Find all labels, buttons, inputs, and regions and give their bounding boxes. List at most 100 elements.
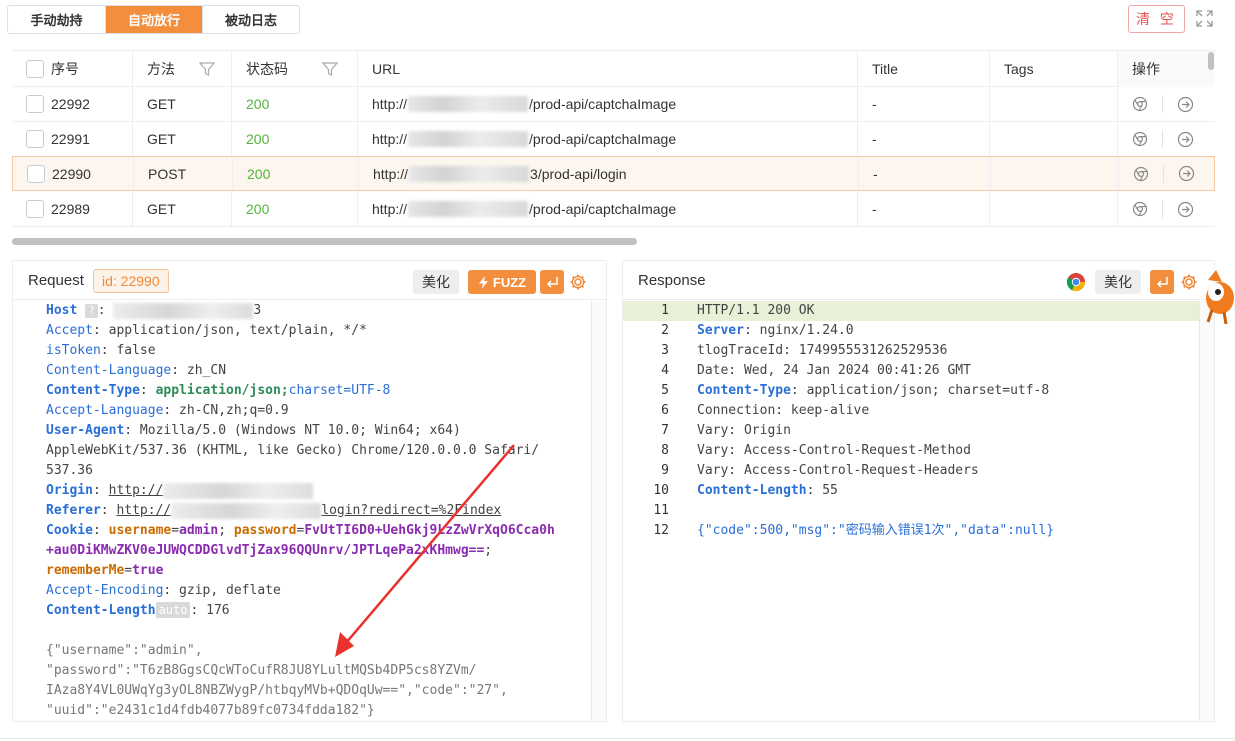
header-ops: 操作 <box>1118 51 1215 87</box>
header-key: Content-Length <box>697 483 807 498</box>
response-line: 2 Server: nginx/1.24.0 <box>623 321 1199 341</box>
table-vertical-scrollbar[interactable] <box>1208 52 1214 70</box>
response-line: 3 tlogTraceId: 1749955531262529536 <box>623 341 1199 361</box>
header-key: Accept <box>46 323 93 338</box>
response-line: 9 Vary: Access-Control-Request-Headers <box>623 461 1199 481</box>
lightning-icon <box>478 275 488 289</box>
row-seq: 22991 <box>51 131 90 147</box>
header-method-label: 方法 <box>147 61 175 77</box>
forward-icon[interactable] <box>1178 165 1195 182</box>
request-editor[interactable]: Host ?: 3 Accept: application/json, text… <box>13 301 606 721</box>
row-tags <box>991 157 1119 190</box>
line-number: 8 <box>661 443 669 458</box>
browser-open-icon[interactable] <box>1132 201 1148 217</box>
row-checkbox[interactable] <box>27 164 45 183</box>
table-horizontal-scrollbar[interactable] <box>12 238 637 245</box>
response-scrollbar[interactable] <box>1199 301 1214 721</box>
clear-button[interactable]: 清 空 <box>1128 5 1185 33</box>
browser-open-icon[interactable] <box>1132 96 1148 112</box>
response-editor[interactable]: 1 HTTP/1.1 200 OK 2 Server: nginx/1.24.0 3… <box>623 301 1214 721</box>
forward-icon[interactable] <box>1177 131 1194 148</box>
table-row[interactable]: 22992 GET 200 http:// /prod-api/captchaIm… <box>12 87 1215 122</box>
url-suffix: /prod-api/captchaImage <box>529 201 677 217</box>
row-checkbox[interactable] <box>26 200 44 218</box>
url-prefix: http:// <box>372 96 408 112</box>
line-text: Vary: Access-Control-Request-Method <box>697 443 971 458</box>
header-key: Origin <box>46 483 93 498</box>
beautify-button[interactable]: 美化 <box>1095 270 1141 294</box>
header-value: 176 <box>198 603 230 618</box>
redacted-host <box>408 201 529 217</box>
header-value: zh_CN <box>179 363 227 378</box>
filter-icon[interactable] <box>199 61 215 77</box>
url-prefix: http:// <box>372 201 408 217</box>
row-url: http:// /prod-api/captchaImage <box>358 192 858 226</box>
response-panel: Response 美化 1 HTTP/1.1 200 OK 2 Server: ng… <box>622 260 1215 722</box>
url-suffix: 3/prod-api/login <box>530 165 627 182</box>
request-table: 序号 方法 状态码 URL Title Tags 操作 22992 GET 20… <box>12 50 1215 245</box>
filter-icon[interactable] <box>322 61 338 77</box>
chrome-icon[interactable] <box>1066 272 1086 292</box>
row-checkbox[interactable] <box>26 95 44 113</box>
request-scrollbar[interactable] <box>591 301 606 721</box>
gear-icon[interactable] <box>1180 273 1198 291</box>
line-text: Vary: Access-Control-Request-Headers <box>697 463 979 478</box>
request-panel: Request id: 22990 美化 FUZZ Host ?: 3 Acce… <box>12 260 607 722</box>
header-line-continuation: AppleWebKit/537.36 (KHTML, like Gecko) C… <box>46 443 540 458</box>
header-key: Server <box>697 323 744 338</box>
response-line: 5 Content-Type: application/json; charset… <box>623 381 1199 401</box>
table-row[interactable]: 22989 GET 200 http:// /prod-api/captchaIm… <box>12 192 1215 227</box>
tab-manual-hijack[interactable]: 手动劫持 <box>8 6 105 33</box>
header-url: URL <box>358 51 858 87</box>
tab-passive-log[interactable]: 被动日志 <box>202 6 299 33</box>
browser-open-icon[interactable] <box>1133 166 1149 182</box>
row-title: - <box>858 192 990 226</box>
line-number: 10 <box>653 483 669 498</box>
forward-icon[interactable] <box>1177 96 1194 113</box>
line-text <box>669 501 697 521</box>
auto-badge[interactable]: auto <box>155 602 191 618</box>
line-number: 11 <box>653 503 669 518</box>
header-key: Referer <box>46 503 101 518</box>
url-prefix: http:// <box>372 131 408 147</box>
line-number: 4 <box>661 363 669 378</box>
browser-open-icon[interactable] <box>1132 131 1148 147</box>
row-method: GET <box>133 192 232 226</box>
line-number: 1 <box>661 303 669 318</box>
table-row[interactable]: 22991 GET 200 http:// /prod-api/captchaIm… <box>12 122 1215 157</box>
header-line-accept: Accept: application/json, text/plain, */… <box>46 323 367 338</box>
response-panel-header: Response 美化 <box>623 261 1214 300</box>
beautify-button[interactable]: 美化 <box>413 270 459 294</box>
gear-icon[interactable] <box>569 273 587 291</box>
header-key: Accept-Encoding <box>46 583 164 598</box>
header-line-continuation: rememberMe=true <box>46 563 164 578</box>
select-all-checkbox[interactable] <box>26 60 44 78</box>
request-title: Request <box>28 272 84 289</box>
row-method: GET <box>133 122 232 156</box>
header-title: Title <box>858 51 990 87</box>
response-line: 10 Content-Length: 55 <box>623 481 1199 501</box>
line-text: HTTP/1.1 200 OK <box>697 303 815 318</box>
row-status: 200 <box>232 192 358 226</box>
table-row-selected[interactable]: 22990 POST 200 http:// 3/prod-api/login - <box>12 156 1215 191</box>
send-button[interactable] <box>1150 270 1174 294</box>
forward-icon[interactable] <box>1177 201 1194 218</box>
table-header: 序号 方法 状态码 URL Title Tags 操作 <box>12 50 1215 87</box>
row-status: 200 <box>233 157 359 190</box>
redacted-host <box>171 502 322 519</box>
request-id-badge: id: 22990 <box>93 269 169 293</box>
response-line: 12 {"code":500,"msg":"密码输入错误1次","data":nu… <box>623 521 1199 541</box>
send-button[interactable] <box>540 270 564 294</box>
tab-auto-release[interactable]: 自动放行 <box>105 6 202 33</box>
response-title: Response <box>638 272 706 289</box>
fuzz-button[interactable]: FUZZ <box>468 270 536 294</box>
header-value: login?redirect=%2Findex <box>321 503 502 518</box>
header-line-origin: Origin: http:// <box>46 481 591 501</box>
header-key: Content-Language <box>46 363 172 378</box>
fuzz-label: FUZZ <box>492 274 527 290</box>
response-line: 11 <box>623 501 1199 521</box>
redacted-host <box>408 131 529 147</box>
row-checkbox[interactable] <box>26 130 44 148</box>
fullscreen-icon[interactable] <box>1196 10 1213 27</box>
